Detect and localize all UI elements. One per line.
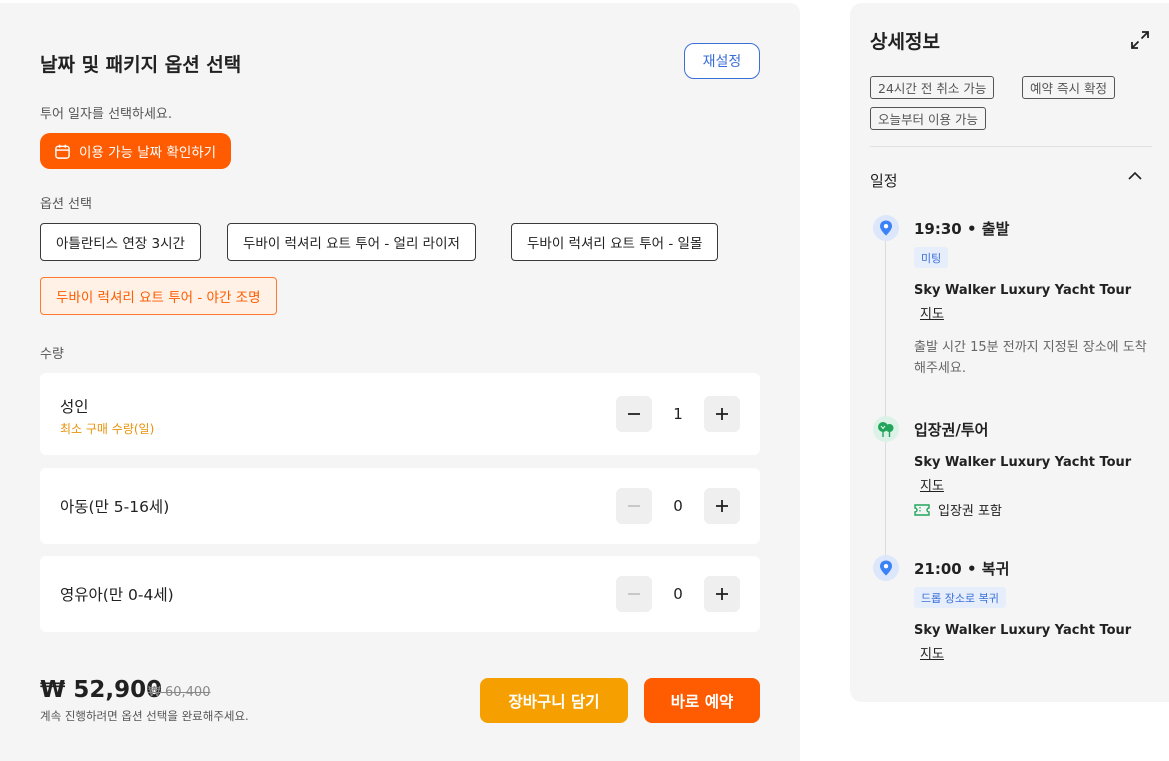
plus-button[interactable] [704, 396, 740, 432]
option-chip-early-riser[interactable]: 두바이 럭셔리 요트 투어 - 얼리 라이저 [227, 223, 476, 261]
plus-icon [716, 588, 728, 600]
check-dates-label: 이용 가능 날짜 확인하기 [79, 145, 217, 161]
quantity-row-child: 아동(만 5-16세) 0 [40, 468, 760, 544]
minus-icon [628, 413, 640, 415]
quantity-value: 1 [673, 405, 683, 423]
quantity-row-adult: 성인 최소 구매 수량(일) 1 [40, 373, 760, 455]
quantity-stepper: 1 [616, 396, 740, 432]
quantity-name: 아동(만 5-16세) [60, 498, 170, 516]
return-badge: 드롭 장소로 복귀 [914, 587, 1006, 608]
timeline-return: 21:00 • 복귀 [914, 560, 1010, 578]
minus-button[interactable] [616, 576, 652, 612]
minus-icon [628, 593, 640, 595]
details-panel: 상세정보 24시간 전 취소 가능 예약 즉시 확정 오늘부터 이용 가능 일정… [850, 3, 1169, 702]
details-title: 상세정보 [870, 31, 940, 53]
check-dates-button[interactable]: 이용 가능 날짜 확인하기 [40, 133, 232, 169]
minus-button[interactable] [616, 396, 652, 432]
minus-button[interactable] [616, 488, 652, 524]
plus-button[interactable] [704, 488, 740, 524]
original-price: ₩ 60,400 [148, 685, 211, 700]
date-prompt: 투어 일자를 선택하세요. [40, 107, 172, 122]
divider [870, 146, 1152, 147]
timeline-line [885, 237, 886, 567]
completion-notice: 계속 진행하려면 옵션 선택을 완료해주세요. [40, 709, 249, 723]
tree-icon [873, 416, 899, 442]
location-pin-icon [873, 215, 899, 241]
min-purchase-note: 최소 구매 수량(일) [60, 422, 155, 436]
minus-icon [628, 505, 640, 507]
quantity-name: 영유아(만 0-4세) [60, 586, 174, 604]
location-pin-icon [873, 555, 899, 581]
plus-icon [716, 500, 728, 512]
map-link[interactable]: 지도 [920, 303, 944, 322]
price: ₩ 52,900 [40, 677, 163, 703]
departure-note: 출발 시간 15분 전까지 지정된 장소에 도착해주세요. [914, 340, 1147, 376]
chevron-up-icon[interactable] [1127, 168, 1143, 184]
option-chip-night-lights[interactable]: 두바이 럭셔리 요트 투어 - 야간 조명 [40, 277, 277, 315]
book-now-button[interactable]: 바로 예약 [644, 678, 760, 723]
ticket-included-label: 입장권 포함 [938, 504, 1002, 519]
meeting-badge: 미팅 [914, 247, 949, 268]
booking-title: 날짜 및 패키지 옵션 선택 [40, 54, 242, 76]
option-chip-sunset[interactable]: 두바이 럭셔리 요트 투어 - 일몰 [511, 223, 719, 261]
quantity-value: 0 [673, 585, 683, 603]
quantity-stepper: 0 [616, 488, 740, 524]
tag-instant-confirm: 예약 즉시 확정 [1022, 76, 1115, 99]
departure-place: Sky Walker Luxury Yacht Tour [914, 283, 1132, 298]
reset-button[interactable]: 재설정 [684, 43, 760, 79]
ticket-place: Sky Walker Luxury Yacht Tour [914, 455, 1132, 470]
return-place: Sky Walker Luxury Yacht Tour [914, 623, 1132, 638]
option-label: 옵션 선택 [40, 197, 92, 212]
quantity-value: 0 [673, 497, 683, 515]
quantity-label: 수량 [40, 347, 64, 362]
add-to-cart-button[interactable]: 장바구니 담기 [480, 678, 628, 723]
expand-icon[interactable] [1130, 30, 1150, 50]
tag-available-today: 오늘부터 이용 가능 [870, 107, 986, 130]
map-link[interactable]: 지도 [920, 475, 944, 494]
plus-icon [716, 408, 728, 420]
timeline-departure: 19:30 • 출발 [914, 220, 1010, 238]
timeline-ticket-tour: 입장권/투어 [914, 421, 989, 439]
ticket-included: 입장권 포함 [914, 500, 1002, 519]
quantity-name: 성인 [60, 398, 89, 416]
quantity-stepper: 0 [616, 576, 740, 612]
plus-button[interactable] [704, 576, 740, 612]
ticket-icon [914, 503, 930, 516]
map-link[interactable]: 지도 [920, 643, 944, 662]
quantity-row-infant: 영유아(만 0-4세) 0 [40, 556, 760, 632]
tag-free-cancel: 24시간 전 취소 가능 [870, 76, 995, 99]
schedule-title: 일정 [870, 172, 898, 190]
booking-panel: 날짜 및 패키지 옵션 선택 재설정 투어 일자를 선택하세요. 이용 가능 날… [0, 3, 800, 761]
option-chip-atlantis[interactable]: 아틀란티스 연장 3시간 [40, 223, 201, 261]
calendar-icon [55, 144, 70, 159]
